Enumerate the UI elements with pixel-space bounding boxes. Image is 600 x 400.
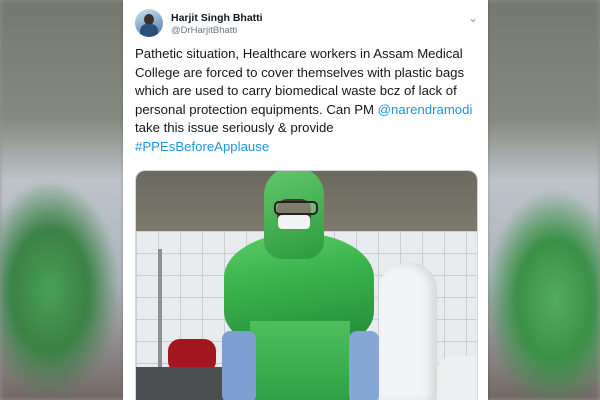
hashtag-link[interactable]: #PPEsBeforeApplause <box>135 139 269 154</box>
blue-sleeve-left <box>222 331 256 400</box>
goggles <box>274 201 318 215</box>
green-plastic-gown <box>250 321 350 400</box>
background-left-panel <box>0 0 125 400</box>
tweet-text-part2: take this issue seriously & provide <box>135 120 334 136</box>
photo-bed-rail <box>158 249 162 369</box>
background-right-panel <box>475 0 600 400</box>
blue-sleeve-right <box>349 331 379 400</box>
tweet-card: Harjit Singh Bhatti @DrHarjitBhatti ⌄ Pa… <box>123 0 488 400</box>
author-name[interactable]: Harjit Singh Bhatti <box>171 12 263 24</box>
tweet-header: Harjit Singh Bhatti @DrHarjitBhatti ⌄ <box>135 9 478 41</box>
face-mask <box>278 215 310 229</box>
author-handle[interactable]: @DrHarjitBhatti <box>171 25 237 36</box>
avatar[interactable] <box>135 9 163 37</box>
photo-health-worker <box>222 171 389 400</box>
avatar-body <box>140 24 158 37</box>
tweet-photo[interactable] <box>135 170 478 400</box>
mention-link[interactable]: @narendramodi <box>378 102 473 117</box>
photo-bed <box>136 367 226 400</box>
tweet-text: Pathetic situation, Healthcare workers i… <box>135 45 480 157</box>
chevron-down-icon[interactable]: ⌄ <box>468 11 478 25</box>
photo-white-cloth <box>437 356 477 400</box>
